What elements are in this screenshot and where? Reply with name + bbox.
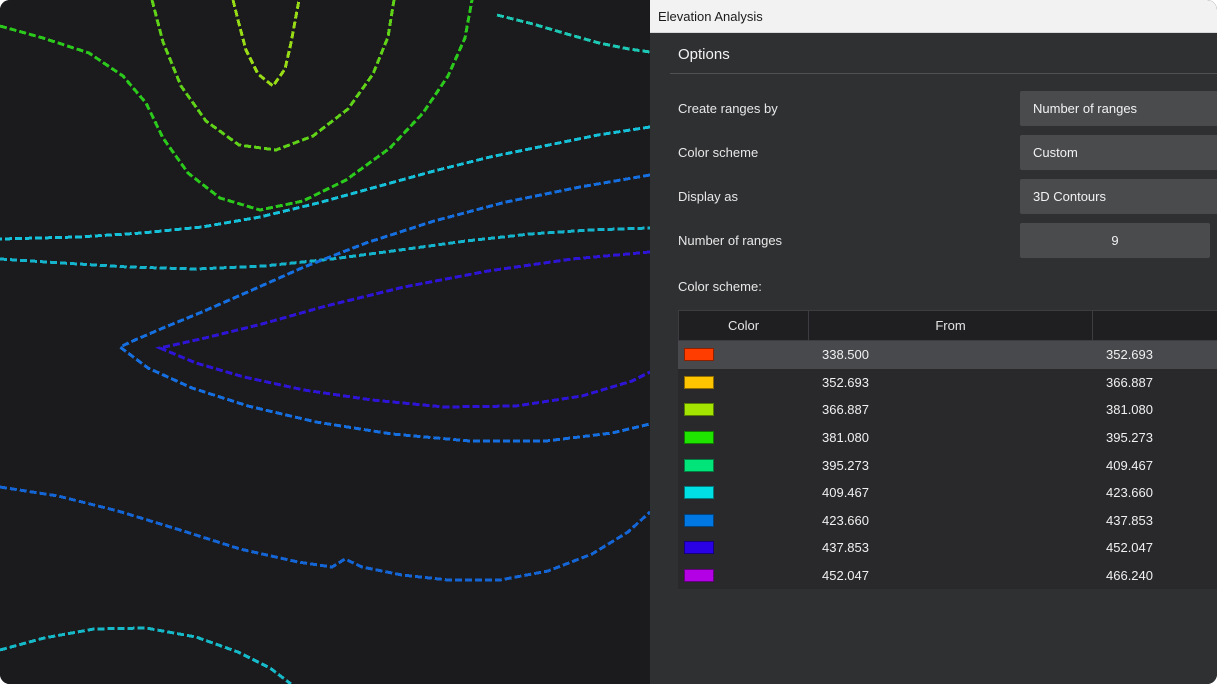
table-header-from[interactable]: From xyxy=(809,311,1093,340)
color-swatch xyxy=(684,541,714,554)
range-to: 381.080 xyxy=(1092,396,1217,424)
range-to: 437.853 xyxy=(1092,507,1217,535)
table-header-to[interactable] xyxy=(1093,311,1217,340)
table-row[interactable]: 452.047 466.240 xyxy=(678,562,1217,590)
table-row[interactable]: 381.080 395.273 xyxy=(678,424,1217,452)
table-body: 338.500 352.693 352.693 366.887 366.887 … xyxy=(678,341,1217,589)
number-of-ranges-input[interactable]: 9 xyxy=(1020,223,1210,258)
panel-titlebar[interactable]: Elevation Analysis xyxy=(650,0,1217,33)
contour-line-indigo-loop xyxy=(160,252,650,407)
table-row[interactable]: 423.660 437.853 xyxy=(678,507,1217,535)
field-display-as: Display as 3D Contours xyxy=(678,179,1217,214)
range-from: 437.853 xyxy=(808,534,1092,562)
color-swatch xyxy=(684,348,714,361)
display-as-label: Display as xyxy=(678,189,738,204)
panel-body: Options Create ranges by Number of range… xyxy=(650,33,1217,684)
range-from: 452.047 xyxy=(808,562,1092,590)
color-swatch xyxy=(684,403,714,416)
range-to: 352.693 xyxy=(1092,341,1217,369)
color-swatch xyxy=(684,431,714,444)
range-from: 409.467 xyxy=(808,479,1092,507)
table-row[interactable]: 437.853 452.047 xyxy=(678,534,1217,562)
range-from: 395.273 xyxy=(808,451,1092,479)
create-ranges-by-label: Create ranges by xyxy=(678,101,778,116)
range-to: 409.467 xyxy=(1092,451,1217,479)
table-header-color[interactable]: Color xyxy=(679,311,809,340)
contour-line-top-right-teal xyxy=(497,15,650,52)
color-swatch xyxy=(684,486,714,499)
field-create-ranges-by: Create ranges by Number of ranges xyxy=(678,91,1217,126)
range-from: 338.500 xyxy=(808,341,1092,369)
contour-line-upper-cyan xyxy=(0,127,650,239)
range-from: 381.080 xyxy=(808,424,1092,452)
color-scheme-table-label: Color scheme: xyxy=(678,279,1217,294)
app-window: Elevation Analysis Options Create ranges… xyxy=(0,0,1217,684)
color-swatch xyxy=(684,459,714,472)
color-swatch xyxy=(684,569,714,582)
color-swatch xyxy=(684,376,714,389)
create-ranges-by-value: Number of ranges xyxy=(1033,101,1137,116)
range-to: 423.660 xyxy=(1092,479,1217,507)
options-fields: Create ranges by Number of ranges Color … xyxy=(678,91,1217,258)
range-to: 452.047 xyxy=(1092,534,1217,562)
color-scheme-label: Color scheme xyxy=(678,145,758,160)
color-scheme-value: Custom xyxy=(1033,145,1078,160)
range-to: 395.273 xyxy=(1092,424,1217,452)
color-swatch xyxy=(684,514,714,527)
range-to: 366.887 xyxy=(1092,369,1217,397)
field-number-of-ranges: Number of ranges 9 xyxy=(678,223,1217,258)
table-row[interactable]: 366.887 381.080 xyxy=(678,396,1217,424)
range-from: 366.887 xyxy=(808,396,1092,424)
options-section-header: Options xyxy=(678,33,1217,73)
display-as-dropdown[interactable]: 3D Contours xyxy=(1020,179,1217,214)
table-row[interactable]: 338.500 352.693 xyxy=(678,341,1217,369)
elevation-analysis-panel: Elevation Analysis Options Create ranges… xyxy=(650,0,1217,684)
contour-line-inner-valley xyxy=(233,0,299,86)
table-row[interactable]: 352.693 366.887 xyxy=(678,369,1217,397)
range-from: 423.660 xyxy=(808,507,1092,535)
options-separator xyxy=(670,73,1217,74)
range-from: 352.693 xyxy=(808,369,1092,397)
create-ranges-by-dropdown[interactable]: Number of ranges xyxy=(1020,91,1217,126)
field-color-scheme: Color scheme Custom xyxy=(678,135,1217,170)
number-of-ranges-label: Number of ranges xyxy=(678,233,782,248)
table-row[interactable]: 395.273 409.467 xyxy=(678,451,1217,479)
contour-lines-layer xyxy=(0,0,650,684)
contour-line-mid-teal xyxy=(0,228,650,269)
range-to: 466.240 xyxy=(1092,562,1217,590)
number-of-ranges-value: 9 xyxy=(1111,233,1118,248)
color-scheme-table: Color From 338.500 352.693 352.693 366.8… xyxy=(678,310,1217,589)
display-as-value: 3D Contours xyxy=(1033,189,1106,204)
table-header-row: Color From xyxy=(678,310,1217,341)
contour-map-viewport[interactable] xyxy=(0,0,650,684)
panel-title: Elevation Analysis xyxy=(658,9,763,24)
color-scheme-dropdown[interactable]: Custom xyxy=(1020,135,1217,170)
contour-line-mid-valley xyxy=(152,0,394,150)
table-row[interactable]: 409.467 423.660 xyxy=(678,479,1217,507)
contour-line-bottom-blue xyxy=(0,487,650,580)
contour-line-bottom-cyan xyxy=(0,628,291,684)
